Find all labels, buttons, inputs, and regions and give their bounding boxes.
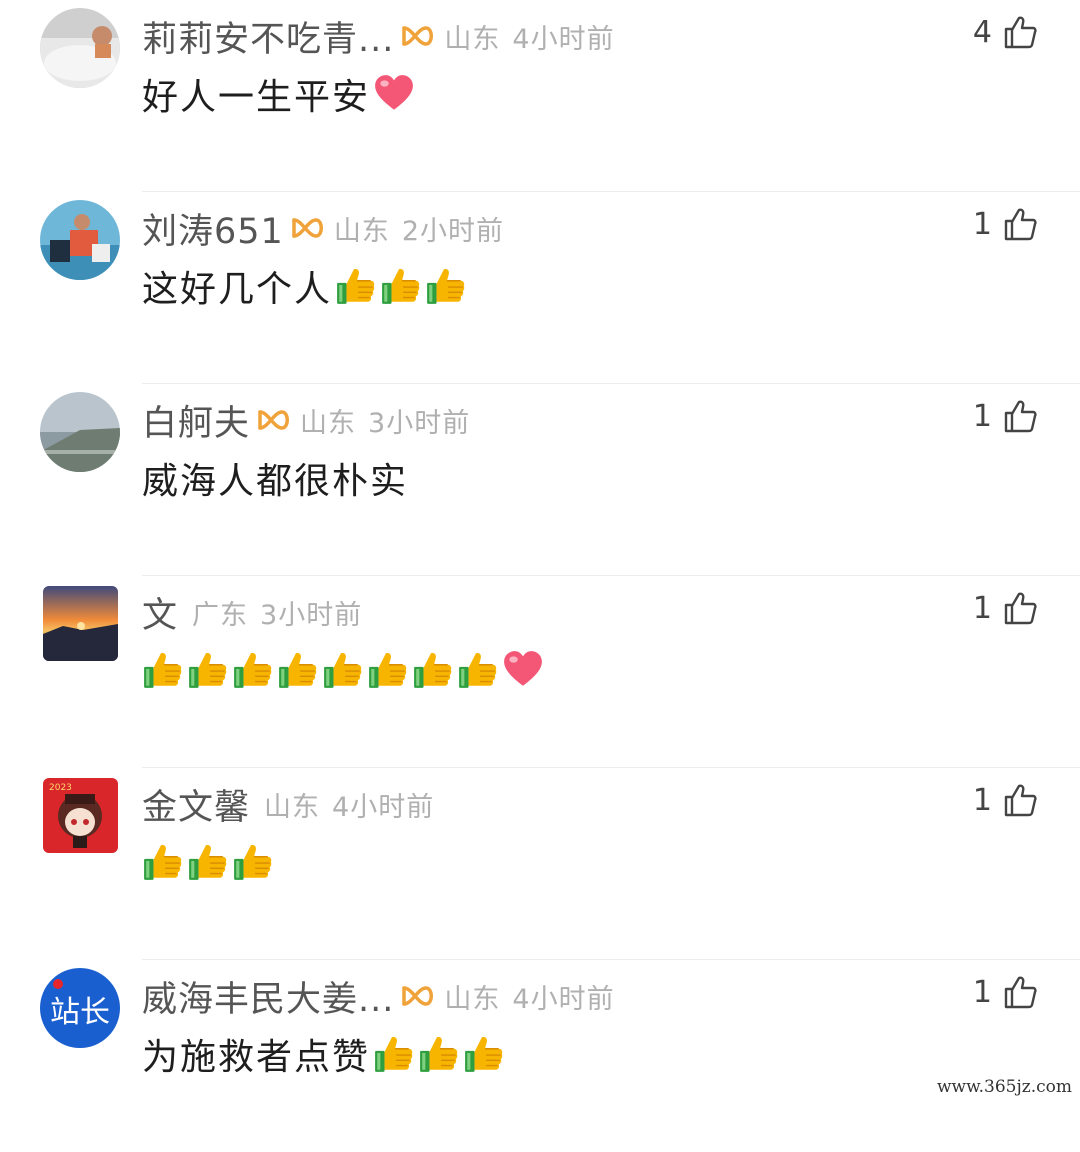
like-count: 1 [972,974,992,1010]
timestamp: 4小时前 [332,791,435,823]
timestamp: 3小时前 [260,599,363,631]
username[interactable]: 刘涛651 [142,203,284,254]
like-button[interactable]: 4 [973,14,1038,50]
location: 山东 [264,791,321,823]
svg-text:站长: 站长 [50,995,110,1030]
location: 山东 [444,983,501,1015]
thumbs-up-emoji-icon [142,649,184,691]
thumbs-up-outline-icon [1004,592,1037,625]
like-count: 1 [972,206,992,242]
comment-item: 文 广东 3小时前 1 [0,576,1080,768]
thumbs-up-emoji-icon [373,1033,415,1075]
comment-item: 2023 金文馨 山东 4小时前 1 [0,768,1080,960]
timestamp: 3小时前 [368,407,471,439]
comment-text: 这好几个人 [142,269,333,310]
thumbs-up-emoji-icon [232,649,274,691]
thumbs-up-outline-icon [1004,784,1037,817]
thumbs-up-emoji-icon [425,265,467,307]
timestamp: 2小时前 [401,215,504,247]
thumbs-up-emoji-icon [412,649,454,691]
like-button[interactable]: 1 [973,590,1038,626]
thumbs-up-emoji-icon [457,649,499,691]
thumbs-up-emoji-icon [232,841,274,883]
thumbs-up-outline-icon [1004,976,1037,1009]
comment-list: 莉莉安不吃青... 山东 4小时前 4 好人一生平安 刘涛651 山东 2小时前… [0,0,1080,1152]
gold-ribbon-badge-icon [400,24,436,48]
like-button[interactable]: 1 [973,398,1038,434]
comment-item: 白舸夫 山东 3小时前 1 威海人都很朴实 [0,384,1080,576]
thumbs-up-emoji-icon [380,265,422,307]
username[interactable]: 威海丰民大姜... [142,971,394,1022]
username[interactable]: 莉莉安不吃青... [142,11,394,62]
avatar[interactable] [40,200,120,280]
comment-text: 为施救者点赞 [142,1037,371,1078]
thumbs-up-emoji-icon [187,649,229,691]
thumbs-up-outline-icon [1004,16,1037,49]
location: 山东 [300,407,357,439]
username[interactable]: 金文馨 [142,779,250,830]
avatar[interactable] [40,392,120,472]
username[interactable]: 白舸夫 [142,395,250,446]
username[interactable]: 文 [142,587,178,638]
thumbs-up-outline-icon [1004,208,1037,241]
thumbs-up-outline-icon [1004,400,1037,433]
avatar[interactable]: 站长 [40,968,120,1048]
location: 山东 [333,215,390,247]
avatar[interactable]: 2023 [43,778,118,853]
comment-item: 刘涛651 山东 2小时前 1 这好几个人 [0,192,1080,384]
like-count: 4 [972,14,992,50]
thumbs-up-emoji-icon [277,649,319,691]
timestamp: 4小时前 [512,23,615,55]
thumbs-up-emoji-icon [142,841,184,883]
avatar[interactable] [40,8,120,88]
like-count: 1 [972,782,992,818]
svg-text:2023: 2023 [49,783,72,793]
heart-emoji-icon [373,73,415,115]
thumbs-up-emoji-icon [367,649,409,691]
thumbs-up-emoji-icon [335,265,377,307]
location: 山东 [444,23,501,55]
thumbs-up-emoji-icon [322,649,364,691]
heart-emoji-icon [502,649,544,691]
watermark: www.365jz.com [937,1077,1072,1097]
comment-item: 莉莉安不吃青... 山东 4小时前 4 好人一生平安 [0,0,1080,192]
avatar[interactable] [43,586,118,661]
thumbs-up-emoji-icon [463,1033,505,1075]
like-count: 1 [972,590,992,626]
thumbs-up-emoji-icon [418,1033,460,1075]
location: 广东 [192,599,249,631]
like-button[interactable]: 1 [973,974,1038,1010]
like-button[interactable]: 1 [973,782,1038,818]
thumbs-up-emoji-icon [187,841,229,883]
comment-text: 好人一生平安 [142,77,371,118]
timestamp: 4小时前 [512,983,615,1015]
gold-ribbon-badge-icon [290,216,326,240]
comment-item: 站长 威海丰民大姜... 山东 4小时前 1 为施救者点赞 [0,960,1080,1152]
gold-ribbon-badge-icon [256,408,292,432]
gold-ribbon-badge-icon [400,984,436,1008]
like-button[interactable]: 1 [973,206,1038,242]
comment-text: 威海人都很朴实 [142,461,409,502]
like-count: 1 [972,398,992,434]
